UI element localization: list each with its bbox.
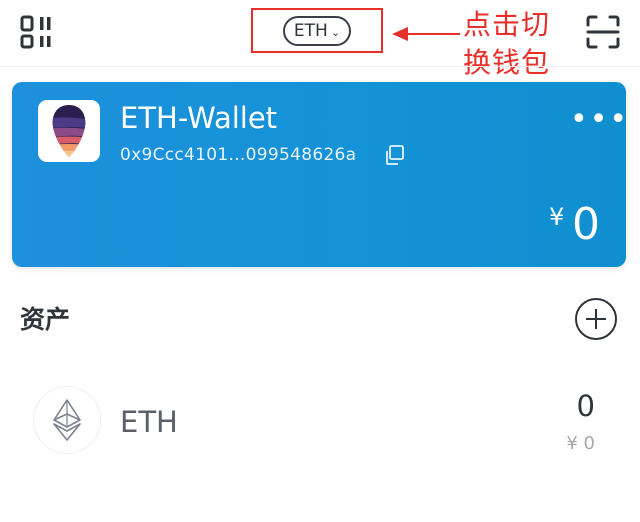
annotation-arrow [392, 27, 460, 41]
copy-icon[interactable] [383, 144, 405, 166]
grid-menu-icon[interactable] [20, 15, 54, 49]
ethereum-icon [53, 399, 81, 441]
asset-avatar [33, 386, 101, 454]
asset-fiat-value: ¥ 0 [566, 433, 595, 454]
wallet-card[interactable] [12, 82, 626, 267]
asset-amount: 0 [576, 389, 595, 423]
balance-currency: ¥ [549, 203, 565, 231]
assets-heading: 资产 [20, 305, 71, 334]
wallet-address: 0x9Ccc4101...099548626a [120, 145, 357, 165]
wallet-avatar [38, 100, 100, 162]
plus-circle-icon[interactable] [574, 297, 618, 341]
more-icon[interactable]: ••• [570, 105, 629, 135]
scan-icon[interactable] [585, 14, 621, 50]
wallet-name: ETH-Wallet [120, 101, 278, 135]
total-balance: 0 [572, 199, 600, 250]
balloon-logo-icon [52, 105, 86, 157]
network-switcher[interactable]: ETH ⌄ [283, 16, 351, 46]
chevron-down-icon: ⌄ [330, 25, 341, 39]
header-divider [0, 66, 640, 67]
network-label: ETH [293, 21, 328, 41]
asset-symbol: ETH [120, 405, 178, 439]
annotation-text: 点击切换钱包 [463, 8, 551, 79]
